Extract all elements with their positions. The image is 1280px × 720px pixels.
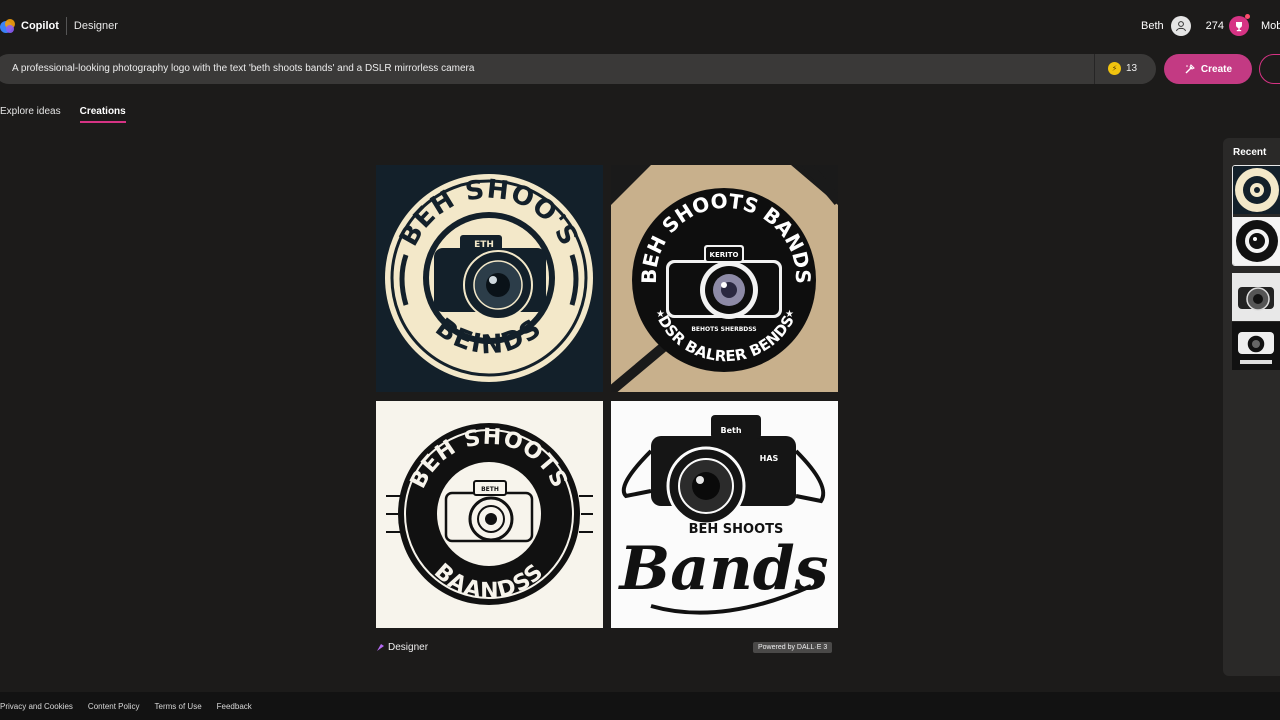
image-1-camera-label: ETH: [474, 240, 494, 250]
brand-divider: [65, 17, 67, 35]
recent-thumbnail[interactable]: [1233, 166, 1280, 214]
user-avatar-icon[interactable]: [1170, 16, 1191, 36]
create-label: Create: [1200, 63, 1233, 75]
footer-link-feedback[interactable]: Feedback: [217, 702, 252, 711]
designer-logo-icon: [377, 644, 384, 651]
footer-link-privacy[interactable]: Privacy and Cookies: [0, 702, 73, 711]
boost-icon: ⚡: [1108, 62, 1121, 75]
boost-count: 13: [1126, 63, 1138, 74]
notification-dot: [1245, 14, 1250, 19]
recent-thumbnail[interactable]: [1232, 322, 1280, 370]
footer-link-content-policy[interactable]: Content Policy: [88, 702, 140, 711]
user-area: Beth 274 Mobile: [1141, 14, 1280, 38]
recent-thumbnail[interactable]: [1233, 217, 1280, 265]
powered-by-badge: Powered by DALL·E 3: [753, 642, 833, 653]
create-wand-icon: [1185, 64, 1195, 74]
designer-attribution: Designer: [376, 642, 428, 653]
prompt-input[interactable]: A professional-looking photography logo …: [12, 63, 474, 74]
brand-name: Copilot: [21, 20, 59, 32]
recent-panel: Recent: [1223, 138, 1280, 676]
generated-image-2[interactable]: BEH SHOOTS BANDS DSR BALRER BENDS KERITO…: [611, 165, 838, 392]
image-grid: BEH SHOO'S BEINDS ETH BEH SHOOTS BANDS D…: [376, 165, 839, 628]
image-4-side-label: HAS: [760, 454, 779, 463]
image-2-camera-label: KERITO: [710, 251, 739, 259]
designer-label: Designer: [388, 642, 429, 653]
tab-explore-ideas[interactable]: Explore ideas: [0, 106, 61, 123]
prompt-bar[interactable]: A professional-looking photography logo …: [0, 54, 1156, 84]
footer-link-terms[interactable]: Terms of Use: [155, 702, 202, 711]
surprise-me-button[interactable]: [1259, 54, 1280, 84]
tabs: Explore ideas Creations: [0, 106, 145, 123]
boost-counter[interactable]: ⚡ 13: [1108, 62, 1137, 75]
prompt-divider: [1094, 54, 1095, 84]
svg-text:★: ★: [785, 309, 794, 320]
top-bar: Copilot Designer Beth 274 Mobile: [0, 0, 1280, 52]
generated-image-1[interactable]: BEH SHOO'S BEINDS ETH: [376, 165, 603, 392]
recent-group-current[interactable]: [1232, 165, 1280, 266]
user-name[interactable]: Beth: [1141, 20, 1164, 32]
image-3-camera-label: BETH: [481, 486, 499, 493]
recent-group-previous[interactable]: [1232, 273, 1280, 370]
generated-image-3[interactable]: BEH SHOOTS BAANDSS BETH: [376, 401, 603, 628]
copilot-logo-icon: [0, 19, 15, 33]
recent-thumbnail[interactable]: [1232, 273, 1280, 321]
rewards-points[interactable]: 274: [1206, 20, 1224, 32]
generated-image-4[interactable]: Beth HAS BEH SHOOTS Bands: [611, 401, 838, 628]
image-4-camera-label: Beth: [720, 426, 741, 435]
mobile-link[interactable]: Mobile: [1261, 20, 1280, 32]
image-2-ribbon-text: BEHOTS SHERBDSS: [691, 326, 756, 333]
create-button[interactable]: Create: [1164, 54, 1252, 84]
footer: Privacy and Cookies Content Policy Terms…: [0, 692, 1280, 720]
rewards-trophy-icon[interactable]: [1229, 14, 1250, 36]
tab-creations[interactable]: Creations: [79, 106, 126, 123]
recent-title: Recent: [1233, 147, 1267, 158]
product-name: Designer: [73, 20, 118, 32]
brand[interactable]: Copilot Designer: [0, 16, 118, 36]
svg-text:★: ★: [656, 309, 665, 320]
